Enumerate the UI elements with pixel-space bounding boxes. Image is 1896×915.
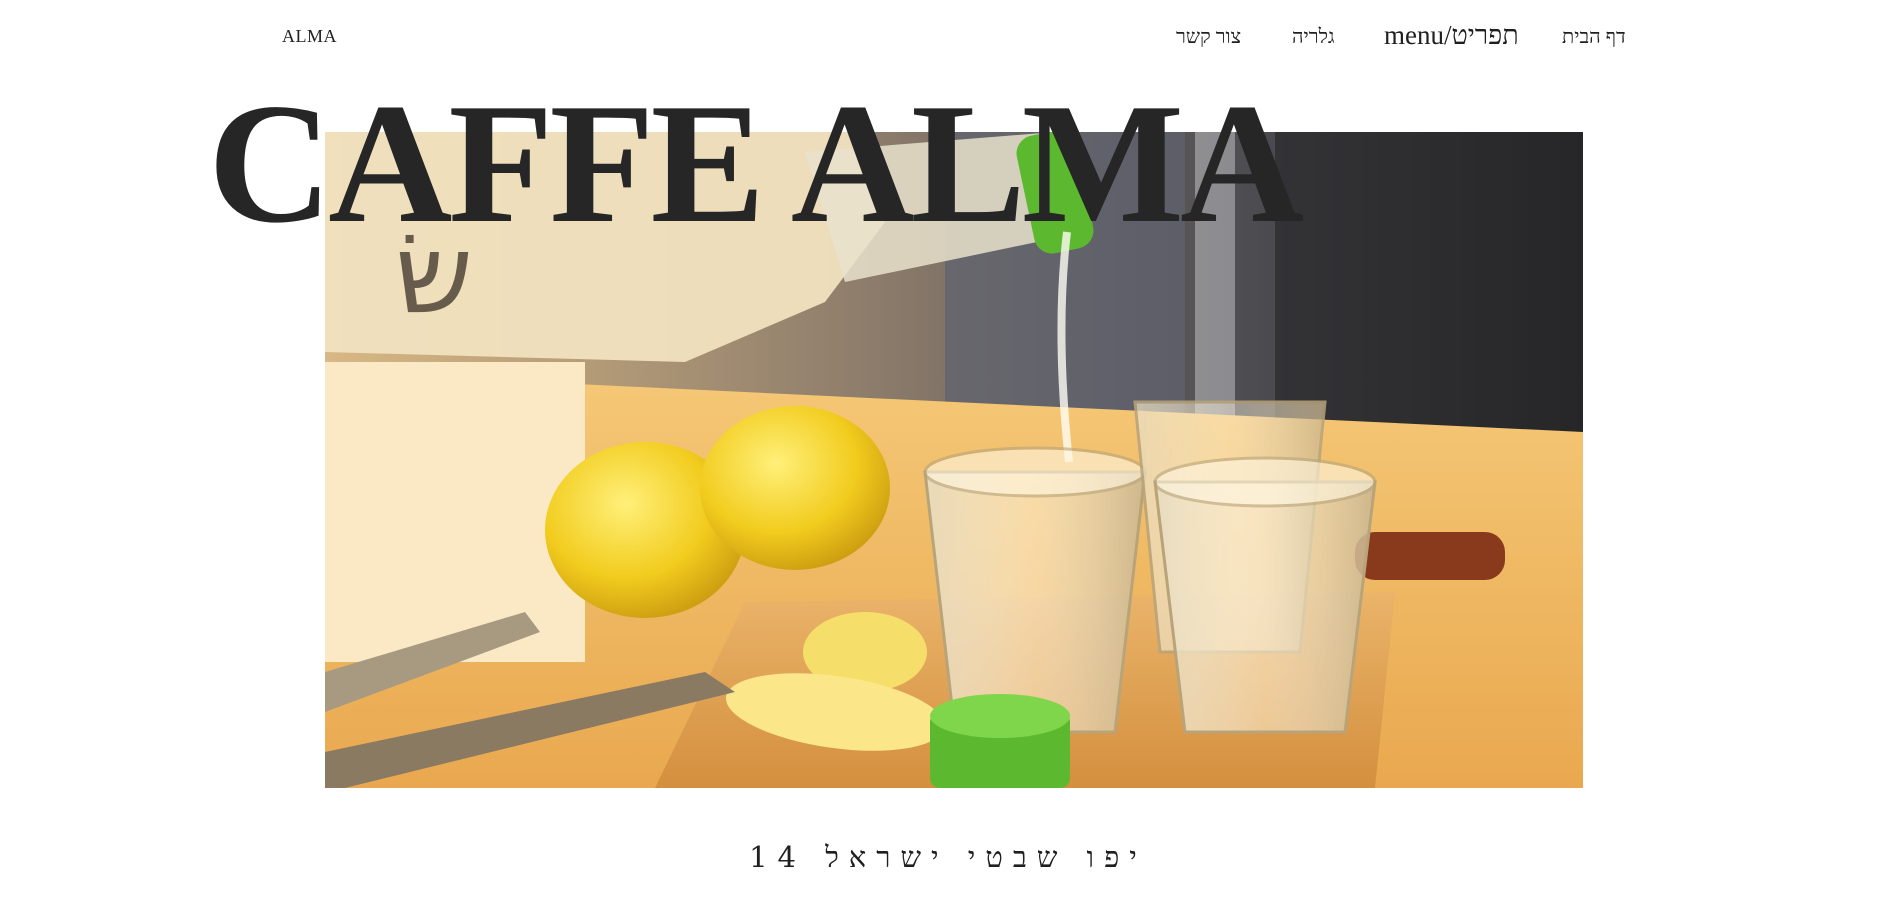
nav-item-home[interactable]: דף הבית <box>1562 26 1626 49</box>
nav-item-menu[interactable]: menu/תפריט <box>1384 20 1519 51</box>
hero-title: CAFFE ALMA <box>208 69 1304 259</box>
address-text: יפו שבטי ישראל 14 <box>749 840 1147 874</box>
nav-item-contact[interactable]: צור קשר <box>1176 26 1241 49</box>
main-nav: דף הבית menu/תפריט גלריה צור קשר <box>0 18 1896 58</box>
nav-item-gallery[interactable]: גלריה <box>1292 26 1335 49</box>
